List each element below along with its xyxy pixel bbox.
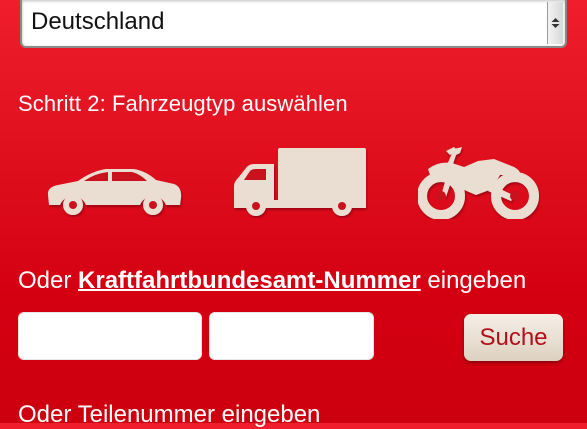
kba-prefix: Oder (18, 267, 79, 294)
part-number-prompt: Oder Teilenummer eingeben (18, 401, 321, 428)
vehicle-car-button[interactable] (44, 165, 184, 217)
country-select-value: Deutschland (31, 8, 165, 35)
kba-input-2[interactable] (209, 312, 374, 360)
motorcycle-icon (418, 147, 539, 219)
kba-suffix: eingeben (420, 267, 527, 294)
vehicle-truck-button[interactable] (232, 146, 368, 218)
step2-label: Schritt 2: Fahrzeugtyp auswählen (18, 91, 348, 116)
dropdown-arrow[interactable] (547, 2, 563, 44)
truck-icon (234, 148, 366, 216)
chevron-down-icon (551, 18, 560, 28)
kba-number-link[interactable]: Kraftfahrtbundesamt-Nummer (78, 267, 421, 294)
car-icon (47, 169, 182, 215)
vehicle-motorcycle-button[interactable] (418, 145, 540, 219)
kba-prompt: Oder Kraftfahrtbundesamt-Nummer eingeben (18, 267, 526, 295)
search-button[interactable]: Suche (464, 314, 563, 361)
kba-input-1[interactable] (18, 312, 202, 360)
country-select[interactable]: Deutschland (20, 0, 567, 48)
